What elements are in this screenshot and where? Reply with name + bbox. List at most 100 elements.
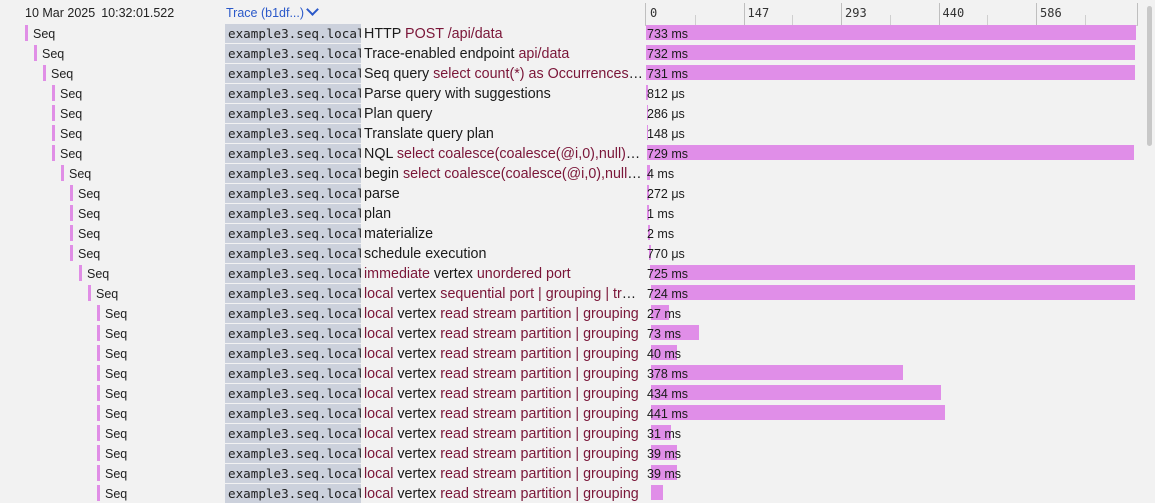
span-host[interactable]: example3.seq.local	[225, 144, 361, 163]
span-depth-marker	[88, 285, 91, 301]
span-message[interactable]: Seq query select count(*) as Occurrences…	[364, 65, 644, 83]
span-message[interactable]: materialize	[364, 225, 644, 243]
span-host[interactable]: example3.seq.local	[225, 264, 361, 283]
span-host[interactable]: example3.seq.local	[225, 404, 361, 423]
span-message[interactable]: local vertex read stream partition | gro…	[364, 345, 644, 363]
span-message[interactable]: local vertex read stream partition | gro…	[364, 305, 644, 323]
span-host[interactable]: example3.seq.local	[225, 124, 361, 143]
span-row[interactable]: Seq example3.seq.local begin select coales…	[0, 163, 1140, 183]
span-message[interactable]: parse	[364, 185, 644, 203]
span-message[interactable]: local vertex read stream partition | gro…	[364, 485, 644, 503]
span-host[interactable]: example3.seq.local	[225, 164, 361, 183]
span-host[interactable]: example3.seq.local	[225, 304, 361, 323]
span-row[interactable]: Seq example3.seq.local Parse query with su…	[0, 83, 1140, 103]
span-row[interactable]: Seq example3.seq.local materialize 2 ms	[0, 223, 1140, 243]
span-host[interactable]: example3.seq.local	[225, 384, 361, 403]
span-source: Seq	[105, 407, 128, 421]
span-message[interactable]: local vertex read stream partition | gro…	[364, 445, 644, 463]
span-row[interactable]: Seq example3.seq.local Seq query select co…	[0, 63, 1140, 83]
span-duration-bar[interactable]	[647, 145, 1135, 160]
span-duration-bar[interactable]	[650, 365, 904, 380]
span-host[interactable]: example3.seq.local	[225, 204, 361, 223]
span-host[interactable]: example3.seq.local	[225, 84, 361, 103]
span-message[interactable]: plan	[364, 205, 644, 223]
span-host[interactable]: example3.seq.local	[225, 24, 361, 43]
span-row[interactable]: Seq example3.seq.local local vertex read s…	[0, 303, 1140, 323]
span-row[interactable]: Seq example3.seq.local local vertex read s…	[0, 383, 1140, 403]
span-message[interactable]: Plan query	[364, 105, 644, 123]
span-host[interactable]: example3.seq.local	[225, 44, 361, 63]
span-duration-bar[interactable]	[646, 65, 1135, 80]
trace-dropdown[interactable]: Trace (b1df...)	[226, 3, 319, 20]
span-host[interactable]: example3.seq.local	[225, 484, 361, 503]
span-row[interactable]: Seq example3.seq.local local vertex read s…	[0, 403, 1140, 423]
span-host[interactable]: example3.seq.local	[225, 184, 361, 203]
span-row[interactable]: Seq example3.seq.local local vertex read s…	[0, 463, 1140, 483]
span-message[interactable]: local vertex sequential port | grouping …	[364, 285, 644, 303]
span-host[interactable]: example3.seq.local	[225, 324, 361, 343]
span-message[interactable]: NQL select coalesce(coalesce(@i,0),null)…	[364, 145, 644, 163]
span-host[interactable]: example3.seq.local	[225, 244, 361, 263]
span-message[interactable]: local vertex read stream partition | gro…	[364, 385, 644, 403]
scrollbar-thumb[interactable]	[1147, 6, 1152, 146]
span-duration-label: 770 μs	[647, 247, 685, 261]
span-message[interactable]: local vertex read stream partition | gro…	[364, 365, 644, 383]
span-message[interactable]: Trace-enabled endpoint api/data	[364, 45, 644, 63]
span-row[interactable]: Seq example3.seq.local local vertex read s…	[0, 423, 1140, 443]
span-row[interactable]: Seq example3.seq.local parse 272 μs	[0, 183, 1140, 203]
span-row[interactable]: Seq example3.seq.local NQL select coalesce…	[0, 143, 1140, 163]
span-duration-bar[interactable]	[646, 45, 1136, 60]
span-host[interactable]: example3.seq.local	[225, 464, 361, 483]
span-message[interactable]: local vertex read stream partition | gro…	[364, 425, 644, 443]
span-host[interactable]: example3.seq.local	[225, 344, 361, 363]
span-message[interactable]: immediate vertex unordered port	[364, 265, 644, 283]
span-row[interactable]: Seq example3.seq.local local vertex read s…	[0, 343, 1140, 363]
span-host[interactable]: example3.seq.local	[225, 444, 361, 463]
scrollbar[interactable]	[1144, 0, 1155, 489]
span-host[interactable]: example3.seq.local	[225, 284, 361, 303]
span-row[interactable]: Seq example3.seq.local plan 1 ms	[0, 203, 1140, 223]
span-row[interactable]: Seq example3.seq.local immediate vertex un…	[0, 263, 1140, 283]
span-host[interactable]: example3.seq.local	[225, 364, 361, 383]
span-row[interactable]: Seq example3.seq.local schedule execution 7…	[0, 243, 1140, 263]
message-text: vertex	[393, 466, 441, 482]
message-property-value: local	[364, 306, 394, 322]
span-row[interactable]: Seq example3.seq.local HTTP POST /api/data…	[0, 23, 1140, 43]
span-row[interactable]: Seq example3.seq.local Translate query pla…	[0, 123, 1140, 143]
span-row[interactable]: Seq example3.seq.local local vertex read s…	[0, 323, 1140, 343]
span-depth-marker	[52, 125, 55, 141]
span-row[interactable]: Seq example3.seq.local local vertex read s…	[0, 363, 1140, 383]
span-message[interactable]: local vertex read stream partition | gro…	[364, 325, 644, 343]
span-host[interactable]: example3.seq.local	[225, 104, 361, 123]
span-duration-label: 434 ms	[647, 387, 688, 401]
span-duration-bar[interactable]	[650, 265, 1135, 280]
span-message[interactable]: begin select coalesce(coalesce(@i,0),nul…	[364, 165, 644, 183]
trace-timestamp: 10 Mar 2025 10:32:01.522	[25, 6, 174, 20]
span-host[interactable]: example3.seq.local	[225, 64, 361, 83]
span-duration-label: 378 ms	[647, 367, 688, 381]
message-property-value: read stream partition | grouping	[440, 466, 639, 482]
span-message[interactable]: Parse query with suggestions	[364, 85, 644, 103]
message-text: vertex	[393, 426, 441, 442]
span-duration-bar[interactable]	[650, 385, 941, 400]
span-message[interactable]: local vertex read stream partition | gro…	[364, 465, 644, 483]
span-duration-bar[interactable]	[646, 25, 1136, 40]
span-row[interactable]: Seq example3.seq.local Plan query 286 μs	[0, 103, 1140, 123]
span-row[interactable]: Seq example3.seq.local local vertex sequen…	[0, 283, 1140, 303]
span-host[interactable]: example3.seq.local	[225, 424, 361, 443]
span-host[interactable]: example3.seq.local	[225, 224, 361, 243]
trace-date: 10 Mar 2025	[25, 6, 96, 20]
span-row[interactable]: Seq example3.seq.local local vertex read s…	[0, 443, 1140, 463]
span-message[interactable]: Translate query plan	[364, 125, 644, 143]
span-row[interactable]: Seq example3.seq.local Trace-enabled endpo…	[0, 43, 1140, 63]
span-message[interactable]: HTTP POST /api/data	[364, 25, 644, 43]
message-property-value: read stream partition | grouping	[440, 306, 639, 322]
span-duration-bar[interactable]	[650, 285, 1135, 300]
span-duration-bar[interactable]	[650, 485, 663, 500]
span-message[interactable]: schedule execution	[364, 245, 644, 263]
span-duration-bar[interactable]	[650, 405, 946, 420]
span-row[interactable]: Seq example3.seq.local local vertex read s…	[0, 483, 1140, 503]
span-message[interactable]: local vertex read stream partition | gro…	[364, 405, 644, 423]
message-property-value: POST	[405, 26, 444, 42]
span-depth-marker	[61, 165, 64, 181]
